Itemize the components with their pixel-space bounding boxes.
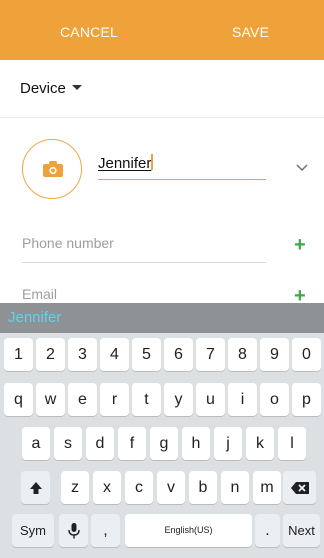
contact-photo-button[interactable] bbox=[22, 139, 82, 199]
key-u[interactable]: u bbox=[196, 383, 225, 416]
caret-down-icon bbox=[72, 85, 82, 90]
backspace-key[interactable] bbox=[283, 471, 316, 504]
key-z[interactable]: z bbox=[61, 471, 89, 504]
save-button[interactable]: SAVE bbox=[232, 24, 269, 40]
storage-label: Device bbox=[20, 80, 66, 97]
key-0[interactable]: 0 bbox=[292, 338, 321, 371]
key-9[interactable]: 9 bbox=[260, 338, 289, 371]
next-key[interactable]: Next bbox=[283, 514, 320, 547]
key-7[interactable]: 7 bbox=[196, 338, 225, 371]
key-a[interactable]: a bbox=[22, 427, 50, 460]
cancel-button[interactable]: CANCEL bbox=[60, 24, 118, 40]
key-n[interactable]: n bbox=[221, 471, 249, 504]
shift-up-icon bbox=[29, 482, 42, 494]
name-field[interactable]: Jennifer bbox=[98, 154, 266, 180]
key-x[interactable]: x bbox=[93, 471, 121, 504]
space-key[interactable]: English(US) bbox=[125, 514, 252, 547]
comma-key[interactable]: , bbox=[91, 514, 120, 547]
sym-key[interactable]: Sym bbox=[12, 514, 54, 547]
key-w[interactable]: w bbox=[36, 383, 65, 416]
suggestion-word[interactable]: Jennifer bbox=[8, 309, 61, 326]
key-j[interactable]: j bbox=[214, 427, 242, 460]
key-i[interactable]: i bbox=[228, 383, 257, 416]
key-f[interactable]: f bbox=[118, 427, 146, 460]
key-s[interactable]: s bbox=[54, 427, 82, 460]
action-bar: CANCEL SAVE bbox=[0, 0, 324, 60]
text-cursor bbox=[151, 154, 153, 170]
add-phone-button[interactable]: + bbox=[294, 234, 306, 257]
key-h[interactable]: h bbox=[182, 427, 210, 460]
key-6[interactable]: 6 bbox=[164, 338, 193, 371]
key-k[interactable]: k bbox=[246, 427, 274, 460]
word-suggestion-bar: Jennifer bbox=[0, 303, 324, 333]
name-value: Jennifer bbox=[98, 155, 152, 172]
key-l[interactable]: l bbox=[278, 427, 306, 460]
key-c[interactable]: c bbox=[125, 471, 153, 504]
key-y[interactable]: y bbox=[164, 383, 193, 416]
shift-key[interactable] bbox=[21, 471, 50, 504]
key-o[interactable]: o bbox=[260, 383, 289, 416]
key-2[interactable]: 2 bbox=[36, 338, 65, 371]
key-8[interactable]: 8 bbox=[228, 338, 257, 371]
key-3[interactable]: 3 bbox=[68, 338, 97, 371]
key-t[interactable]: t bbox=[132, 383, 161, 416]
key-g[interactable]: g bbox=[150, 427, 178, 460]
mic-key[interactable] bbox=[59, 514, 88, 547]
key-m[interactable]: m bbox=[253, 471, 281, 504]
key-d[interactable]: d bbox=[86, 427, 114, 460]
key-p[interactable]: p bbox=[292, 383, 321, 416]
storage-selector[interactable]: Device bbox=[0, 60, 324, 118]
on-screen-keyboard: Sym , English(US) . Next 1234567890 qwert… bbox=[0, 333, 324, 558]
phone-placeholder: Phone number bbox=[22, 235, 114, 251]
camera-icon bbox=[43, 161, 63, 177]
backspace-icon bbox=[290, 482, 309, 494]
microphone-icon bbox=[67, 523, 80, 539]
key-e[interactable]: e bbox=[68, 383, 97, 416]
key-1[interactable]: 1 bbox=[4, 338, 33, 371]
key-5[interactable]: 5 bbox=[132, 338, 161, 371]
key-q[interactable]: q bbox=[4, 383, 33, 416]
key-b[interactable]: b bbox=[189, 471, 217, 504]
phone-number-field[interactable]: Phone number bbox=[22, 235, 266, 263]
key-4[interactable]: 4 bbox=[100, 338, 129, 371]
chevron-down-icon[interactable] bbox=[296, 164, 308, 172]
key-v[interactable]: v bbox=[157, 471, 185, 504]
email-placeholder: Email bbox=[22, 286, 58, 302]
key-r[interactable]: r bbox=[100, 383, 129, 416]
period-key[interactable]: . bbox=[255, 514, 280, 547]
